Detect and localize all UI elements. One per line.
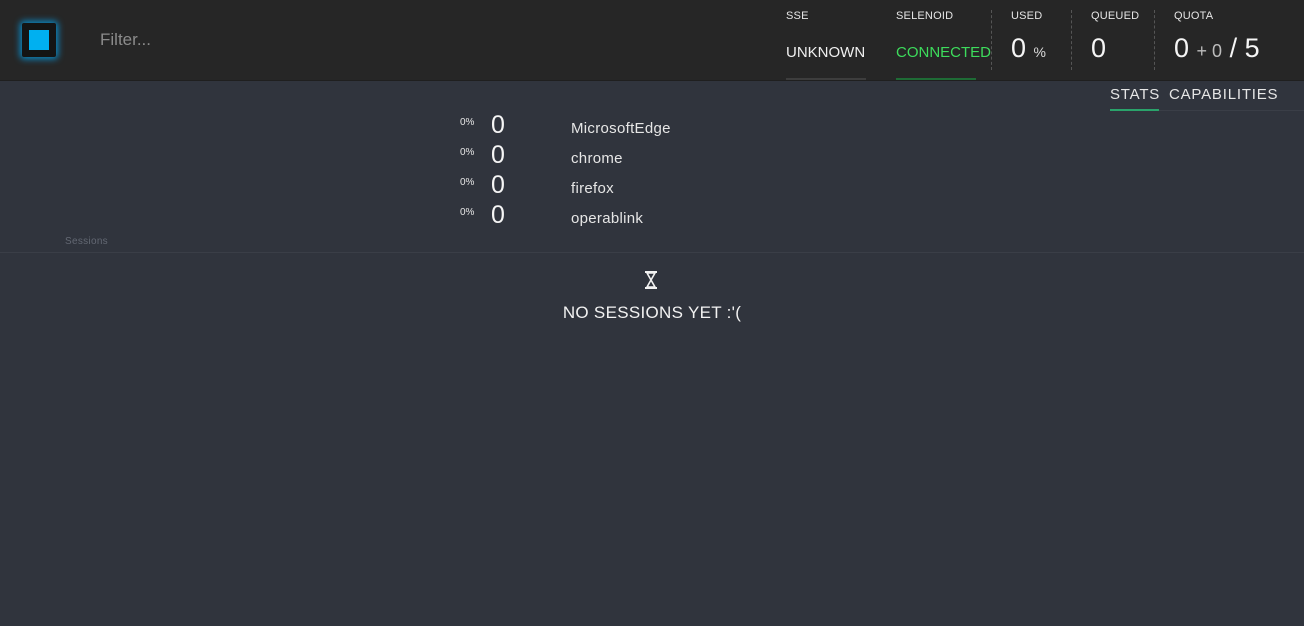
used-value: 0 % [1011, 31, 1046, 69]
browser-session-count: 0 [491, 111, 505, 139]
browser-usage-percent: 0% [460, 177, 475, 188]
selenoid-underline [896, 78, 976, 80]
sessions-section-label: Sessions [65, 236, 108, 247]
queued-label: QUEUED [1091, 10, 1140, 22]
filter-input[interactable] [100, 26, 500, 54]
divider [991, 10, 992, 70]
used-percent-sign: % [1033, 44, 1046, 60]
browser-name: firefox [571, 180, 614, 197]
queued-value: 0 [1091, 33, 1107, 63]
browser-session-count: 0 [491, 201, 505, 229]
tab-capabilities[interactable]: CAPABILITIES [1169, 86, 1278, 103]
sse-underline [786, 78, 866, 80]
browser-name: operablink [571, 210, 644, 227]
logo-square [29, 30, 49, 50]
browser-usage-percent: 0% [460, 117, 475, 128]
sessions-divider [0, 252, 1304, 253]
sse-label: SSE [786, 10, 809, 22]
quota-value: 0 + 0 / 5 [1174, 31, 1260, 68]
browser-usage-percent: 0% [460, 147, 475, 158]
browser-usage-percent: 0% [460, 207, 475, 218]
hourglass-icon [645, 271, 657, 289]
quota-label: QUOTA [1174, 10, 1214, 22]
browser-name: chrome [571, 150, 623, 167]
quota-total: / 5 [1229, 33, 1260, 63]
sse-status: UNKNOWN [786, 44, 866, 61]
active-tab-indicator [1110, 109, 1159, 111]
quota-pending: + 0 [1196, 41, 1223, 61]
selenoid-status: CONNECTED [896, 44, 992, 61]
browser-session-count: 0 [491, 171, 505, 199]
used-number: 0 [1011, 33, 1027, 63]
top-bar: SSE UNKNOWN SELENOID CONNECTED USED 0 % … [0, 0, 1304, 81]
no-sessions-message: NO SESSIONS YET :'( [562, 303, 742, 322]
selenoid-logo-icon[interactable] [22, 23, 56, 57]
divider [1071, 10, 1072, 70]
tab-stats[interactable]: STATS [1110, 86, 1160, 103]
quota-used: 0 [1174, 33, 1190, 63]
browser-name: MicrosoftEdge [571, 120, 671, 137]
browser-session-count: 0 [491, 141, 505, 169]
used-label: USED [1011, 10, 1043, 22]
divider [1154, 10, 1155, 70]
selenoid-label: SELENOID [896, 10, 954, 22]
